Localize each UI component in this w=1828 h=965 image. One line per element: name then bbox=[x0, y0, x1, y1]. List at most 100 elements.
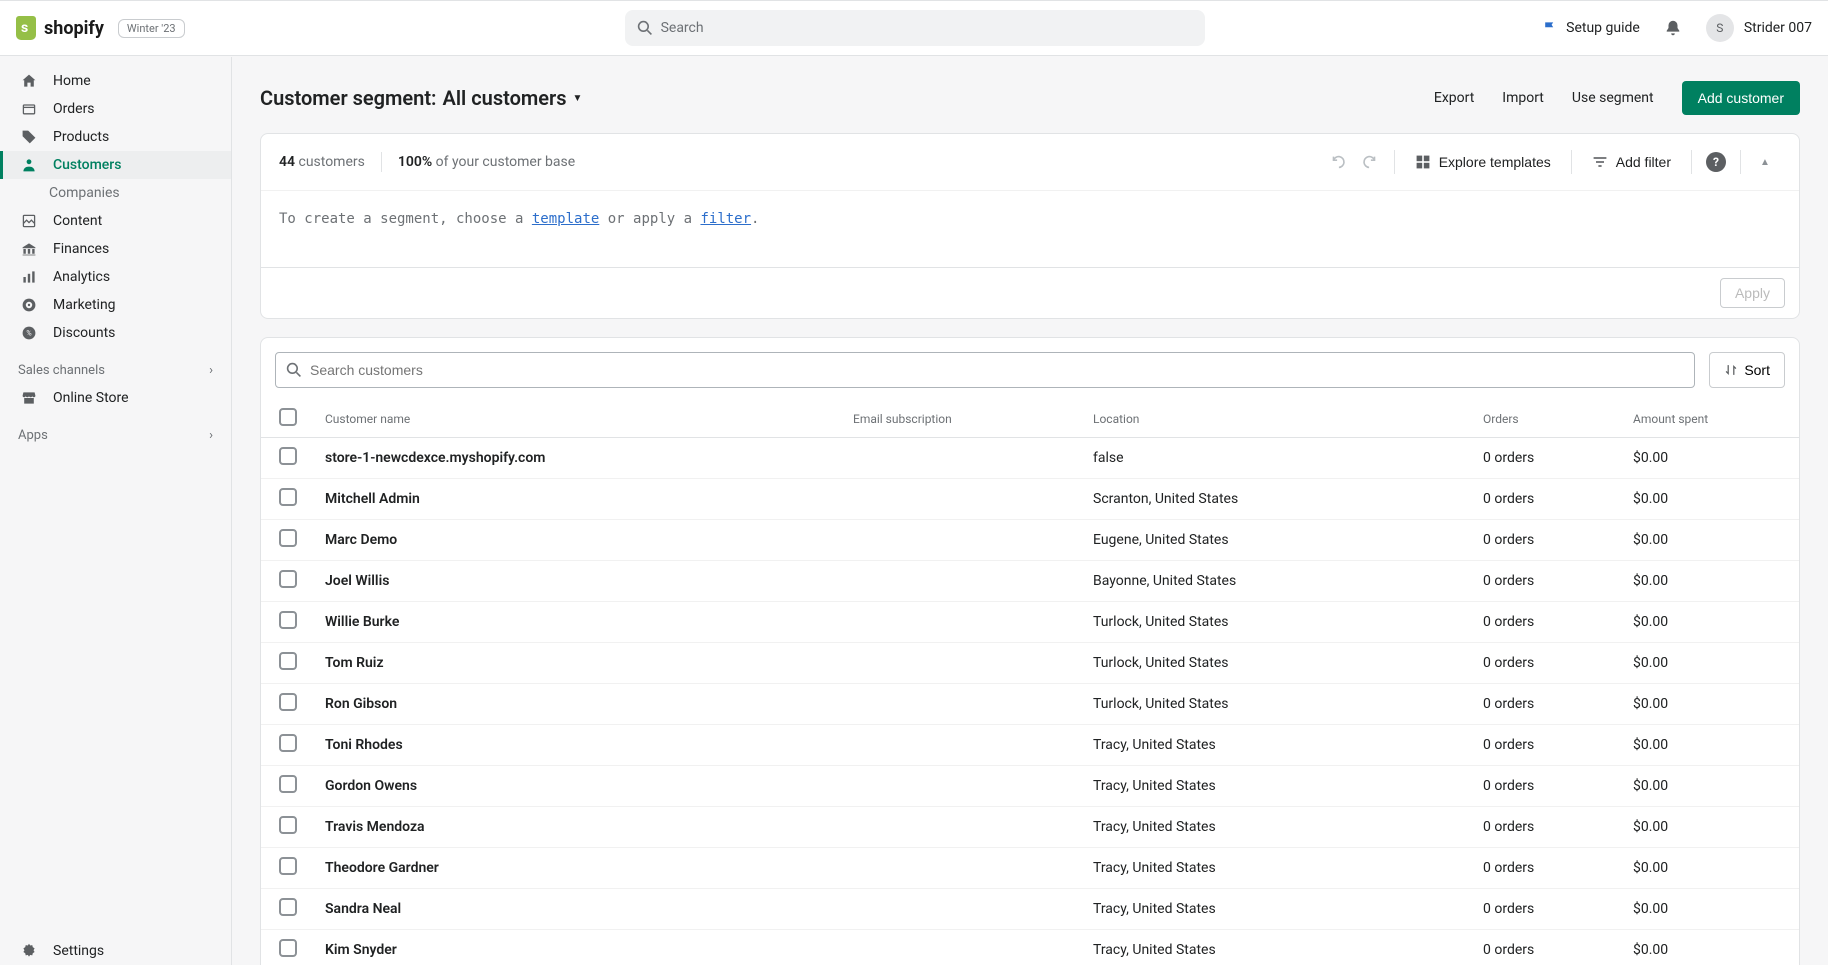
cell-location: Tracy, United States bbox=[1093, 778, 1216, 794]
table-row[interactable]: Ron GibsonTurlock, United States0 orders… bbox=[261, 684, 1799, 725]
table-row[interactable]: Joel WillisBayonne, United States0 order… bbox=[261, 561, 1799, 602]
sidebar-label: Finances bbox=[53, 241, 109, 257]
sidebar-heading-sales-channels[interactable]: Sales channels› bbox=[0, 347, 231, 384]
segment-editor-footer: Apply bbox=[261, 267, 1799, 318]
segment-editor-toolbar: 44 customers 100% of your customer base … bbox=[261, 134, 1799, 191]
explore-templates-button[interactable]: Explore templates bbox=[1403, 146, 1563, 178]
cell-location: Tracy, United States bbox=[1093, 819, 1216, 835]
table-row[interactable]: Gordon OwensTracy, United States0 orders… bbox=[261, 766, 1799, 807]
cell-customer-name: Willie Burke bbox=[325, 614, 399, 630]
help-button[interactable]: ? bbox=[1700, 146, 1732, 178]
sort-button[interactable]: Sort bbox=[1709, 352, 1785, 388]
add-filter-button[interactable]: Add filter bbox=[1580, 146, 1683, 178]
col-amount-spent[interactable]: Amount spent bbox=[1619, 400, 1799, 438]
row-checkbox[interactable] bbox=[279, 775, 297, 793]
export-button[interactable]: Export bbox=[1434, 90, 1474, 106]
segment-name: All customers bbox=[443, 86, 567, 110]
cell-location: Tracy, United States bbox=[1093, 901, 1216, 917]
template-link[interactable]: template bbox=[532, 211, 599, 227]
sidebar-item-discounts[interactable]: %Discounts bbox=[0, 319, 231, 347]
row-checkbox[interactable] bbox=[279, 570, 297, 588]
col-customer-name[interactable]: Customer name bbox=[311, 400, 839, 438]
user-menu[interactable]: S Strider 007 bbox=[1706, 14, 1812, 42]
redo-button[interactable] bbox=[1354, 146, 1386, 178]
sidebar-label: Customers bbox=[53, 157, 121, 173]
table-row[interactable]: Theodore GardnerTracy, United States0 or… bbox=[261, 848, 1799, 889]
add-customer-button[interactable]: Add customer bbox=[1682, 81, 1800, 115]
row-checkbox[interactable] bbox=[279, 488, 297, 506]
segment-dropdown[interactable]: All customers ▼ bbox=[443, 86, 583, 110]
cell-orders: 0 orders bbox=[1483, 860, 1534, 876]
sidebar: Home Orders Products Customers Companies… bbox=[0, 57, 232, 965]
table-search[interactable] bbox=[275, 352, 1695, 388]
row-checkbox[interactable] bbox=[279, 898, 297, 916]
chevron-right-icon: › bbox=[209, 428, 213, 443]
row-checkbox[interactable] bbox=[279, 611, 297, 629]
sidebar-item-companies[interactable]: Companies bbox=[0, 179, 231, 207]
col-location[interactable]: Location bbox=[1079, 400, 1469, 438]
filter-link[interactable]: filter bbox=[700, 211, 751, 227]
table-row[interactable]: Kim SnyderTracy, United States0 orders$0… bbox=[261, 930, 1799, 965]
segment-tools: Explore templates Add filter ? ▲ bbox=[1322, 146, 1781, 178]
sidebar-item-home[interactable]: Home bbox=[0, 67, 231, 95]
row-checkbox[interactable] bbox=[279, 693, 297, 711]
explore-templates-label: Explore templates bbox=[1439, 154, 1551, 170]
sidebar-item-orders[interactable]: Orders bbox=[0, 95, 231, 123]
sidebar-item-content[interactable]: Content bbox=[0, 207, 231, 235]
table-row[interactable]: Marc DemoEugene, United States0 orders$0… bbox=[261, 520, 1799, 561]
select-all-checkbox[interactable] bbox=[279, 408, 297, 426]
filter-icon bbox=[1592, 154, 1608, 170]
sidebar-item-products[interactable]: Products bbox=[0, 123, 231, 151]
col-orders[interactable]: Orders bbox=[1469, 400, 1619, 438]
sidebar-item-customers[interactable]: Customers bbox=[0, 151, 231, 179]
undo-button[interactable] bbox=[1322, 146, 1354, 178]
cell-orders: 0 orders bbox=[1483, 655, 1534, 671]
import-button[interactable]: Import bbox=[1502, 90, 1544, 106]
divider bbox=[1571, 150, 1572, 174]
table-search-input[interactable] bbox=[310, 362, 1684, 378]
apply-button[interactable]: Apply bbox=[1720, 278, 1785, 308]
template-icon bbox=[1415, 154, 1431, 170]
row-checkbox[interactable] bbox=[279, 857, 297, 875]
sidebar-item-analytics[interactable]: Analytics bbox=[0, 263, 231, 291]
sidebar-label: Home bbox=[53, 73, 91, 89]
table-row[interactable]: Toni RhodesTracy, United States0 orders$… bbox=[261, 725, 1799, 766]
collapse-button[interactable]: ▲ bbox=[1749, 146, 1781, 178]
row-checkbox[interactable] bbox=[279, 447, 297, 465]
global-search-placeholder: Search bbox=[661, 20, 704, 36]
row-checkbox[interactable] bbox=[279, 529, 297, 547]
table-row[interactable]: store-1-newcdexce.myshopify.comfalse0 or… bbox=[261, 438, 1799, 479]
col-email-subscription[interactable]: Email subscription bbox=[839, 400, 1079, 438]
row-checkbox[interactable] bbox=[279, 816, 297, 834]
notifications-icon[interactable] bbox=[1664, 19, 1682, 37]
sidebar-label: Analytics bbox=[53, 269, 110, 285]
hint-text-post: . bbox=[751, 211, 759, 227]
sidebar-heading-apps[interactable]: Apps› bbox=[0, 412, 231, 449]
svg-text:%: % bbox=[26, 328, 31, 337]
table-row[interactable]: Mitchell AdminScranton, United States0 o… bbox=[261, 479, 1799, 520]
sidebar-item-finances[interactable]: Finances bbox=[0, 235, 231, 263]
logo[interactable]: shopify Winter '23 bbox=[16, 16, 185, 40]
sidebar-item-marketing[interactable]: Marketing bbox=[0, 291, 231, 319]
sidebar-label: Products bbox=[53, 129, 109, 145]
cell-orders: 0 orders bbox=[1483, 737, 1534, 753]
row-checkbox[interactable] bbox=[279, 652, 297, 670]
cell-customer-name: Toni Rhodes bbox=[325, 737, 403, 753]
global-search[interactable]: Search bbox=[625, 10, 1205, 46]
table-row[interactable]: Willie BurkeTurlock, United States0 orde… bbox=[261, 602, 1799, 643]
cell-customer-name: Kim Snyder bbox=[325, 942, 397, 958]
sidebar-item-settings[interactable]: Settings bbox=[0, 937, 231, 965]
setup-guide-link[interactable]: Setup guide bbox=[1542, 20, 1640, 36]
row-checkbox[interactable] bbox=[279, 734, 297, 752]
row-checkbox[interactable] bbox=[279, 939, 297, 957]
use-segment-button[interactable]: Use segment bbox=[1572, 90, 1654, 106]
cell-orders: 0 orders bbox=[1483, 819, 1534, 835]
sidebar-item-online-store[interactable]: Online Store bbox=[0, 384, 231, 412]
table-row[interactable]: Travis MendozaTracy, United States0 orde… bbox=[261, 807, 1799, 848]
table-row[interactable]: Tom RuizTurlock, United States0 orders$0… bbox=[261, 643, 1799, 684]
cell-customer-name: Ron Gibson bbox=[325, 696, 397, 712]
segment-query-editor[interactable]: To create a segment, choose a template o… bbox=[261, 191, 1799, 267]
table-row[interactable]: Sandra NealTracy, United States0 orders$… bbox=[261, 889, 1799, 930]
avatar: S bbox=[1706, 14, 1734, 42]
discounts-icon: % bbox=[21, 325, 39, 341]
